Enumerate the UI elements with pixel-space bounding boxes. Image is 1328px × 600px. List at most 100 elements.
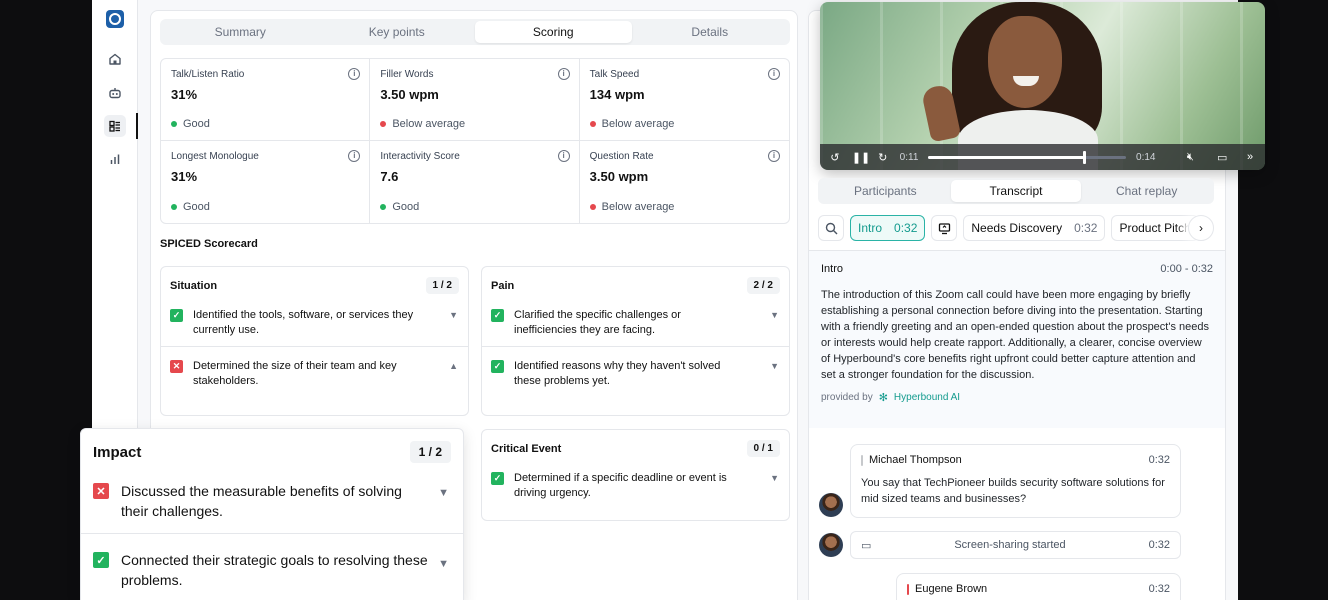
- transcript-tabs: Participants Transcript Chat replay: [818, 178, 1214, 204]
- airplay-icon[interactable]: ▭: [1215, 151, 1229, 164]
- status-text: Good: [392, 201, 420, 213]
- seek-handle[interactable]: [1082, 150, 1086, 164]
- chip-label: Needs Discovery: [971, 221, 1063, 235]
- tab-scoring[interactable]: Scoring: [475, 21, 632, 43]
- status-dot: [589, 121, 596, 127]
- card-title: Impact: [93, 443, 142, 461]
- metric-status: Good: [380, 201, 419, 213]
- checked-icon[interactable]: ✓: [93, 552, 109, 568]
- avatar: [819, 533, 843, 557]
- chevron-down-icon[interactable]: ▼: [770, 473, 779, 483]
- criterion-item[interactable]: ✕ Discussed the measurable benefits of s…: [81, 473, 463, 533]
- chevron-down-icon[interactable]: ▼: [770, 310, 779, 320]
- chevron-up-icon[interactable]: ▲: [449, 361, 458, 371]
- impact-card: Impact 1 / 2 ✕ Discussed the measurable …: [80, 428, 464, 600]
- critical-event-card: Critical Event 0 / 1 ✓ Determined if a s…: [481, 429, 790, 521]
- criterion-item[interactable]: ✓ Identified reasons why they haven't so…: [482, 346, 789, 397]
- tab-summary[interactable]: Summary: [162, 21, 319, 43]
- info-icon[interactable]: i: [767, 68, 780, 80]
- home-icon[interactable]: [104, 48, 126, 70]
- info-icon[interactable]: i: [767, 150, 780, 162]
- x-mark-icon[interactable]: ✕: [170, 360, 183, 373]
- tab-key-points[interactable]: Key points: [319, 21, 476, 43]
- checked-icon[interactable]: ✓: [170, 309, 183, 322]
- criterion-item[interactable]: ✓ Clarified the specific challenges or i…: [482, 302, 789, 346]
- tab-chat-replay[interactable]: Chat replay: [1081, 180, 1212, 202]
- metric-value: 7.6: [380, 169, 399, 184]
- x-mark-icon[interactable]: ✕: [93, 483, 109, 499]
- criterion-text: Connected their strategic goals to resol…: [121, 552, 428, 588]
- metric-value: 31%: [171, 87, 198, 102]
- seek-bar[interactable]: [928, 150, 1127, 164]
- criterion-text: Clarified the specific challenges or ine…: [514, 309, 681, 336]
- message-time: 0:32: [1148, 583, 1170, 595]
- screen-share-event: ▭ Screen-sharing started 0:32: [850, 531, 1181, 559]
- status-dot: [380, 204, 387, 210]
- info-icon[interactable]: i: [557, 68, 570, 80]
- criterion-text: Discussed the measurable benefits of sol…: [121, 483, 402, 519]
- card-title: Critical Event: [491, 442, 562, 455]
- metric-label: Filler Words: [380, 69, 434, 80]
- event-text: Screen-sharing started: [954, 539, 1066, 551]
- metric-value: 134 wpm: [589, 87, 645, 102]
- info-icon[interactable]: i: [557, 150, 570, 162]
- screen-share-icon: [938, 222, 951, 234]
- chevron-right-icon[interactable]: ›: [1188, 215, 1214, 241]
- forward-10-icon[interactable]: ↻: [876, 151, 890, 164]
- checked-icon[interactable]: ✓: [491, 360, 504, 373]
- skip-forward-icon[interactable]: »: [1243, 151, 1257, 163]
- checked-icon[interactable]: ✓: [491, 309, 504, 322]
- chip-intro[interactable]: Intro 0:32: [850, 215, 926, 241]
- bar-chart-icon[interactable]: [104, 148, 126, 170]
- scorecard-title: SPICED Scorecard: [160, 238, 258, 250]
- bot-icon[interactable]: [104, 82, 126, 104]
- seek-fill: [928, 155, 1084, 159]
- status-text: Below average: [392, 118, 466, 130]
- tab-transcript[interactable]: Transcript: [950, 180, 1082, 202]
- pause-icon[interactable]: ❚❚: [852, 151, 870, 164]
- chevron-down-icon[interactable]: ▼: [770, 361, 779, 371]
- score-badge: 1 / 2: [425, 277, 459, 294]
- summary-title: Intro: [821, 263, 844, 275]
- provider-brand[interactable]: Hyperbound AI: [894, 392, 960, 403]
- screen-share-button[interactable]: [931, 215, 958, 241]
- checked-icon[interactable]: ✓: [491, 472, 504, 485]
- card-title: Situation: [170, 279, 218, 292]
- transcript-message[interactable]: Eugene Brown 0:32: [896, 573, 1181, 600]
- criterion-item[interactable]: ✓ Connected their strategic goals to res…: [81, 533, 463, 600]
- chevron-down-icon[interactable]: ▼: [438, 558, 449, 570]
- list-icon[interactable]: [104, 115, 126, 137]
- chip-needs-discovery[interactable]: Needs Discovery 0:32: [963, 215, 1106, 241]
- criterion-text: Identified the tools, software, or servi…: [193, 309, 414, 336]
- card-title: Pain: [491, 279, 515, 292]
- metric-label: Question Rate: [589, 151, 654, 162]
- video-controls: ↺ ❚❚ ↻ 0:11 0:14 🔇︎ ▭ »: [820, 144, 1265, 170]
- criterion-item[interactable]: ✓ Determined if a specific deadline or e…: [482, 465, 789, 509]
- search-icon: [825, 222, 837, 234]
- transcript-message[interactable]: Michael Thompson 0:32 You say that TechP…: [850, 444, 1181, 518]
- metric-status: Good: [171, 118, 210, 130]
- status-dot: [380, 121, 387, 127]
- criterion-item[interactable]: ✕ Determined the size of their team and …: [161, 346, 468, 397]
- metric-status: Below average: [589, 201, 674, 213]
- tab-bar: Summary Key points Scoring Details: [160, 19, 790, 45]
- video-player[interactable]: ↺ ❚❚ ↻ 0:11 0:14 🔇︎ ▭ »: [820, 2, 1265, 170]
- metric-label: Talk Speed: [589, 69, 640, 80]
- tab-details[interactable]: Details: [632, 21, 789, 43]
- chip-product-pitch[interactable]: Product Pitch: [1111, 215, 1199, 241]
- chapter-summary: Intro 0:00 - 0:32 The introduction of th…: [809, 250, 1225, 428]
- rewind-10-icon[interactable]: ↺: [828, 151, 842, 164]
- app-logo[interactable]: [106, 10, 124, 28]
- status-text: Below average: [601, 118, 675, 130]
- chevron-down-icon[interactable]: ▼: [438, 487, 449, 499]
- metric-label: Interactivity Score: [380, 151, 460, 162]
- criterion-item[interactable]: ✓ Identified the tools, software, or ser…: [161, 302, 468, 346]
- chevron-down-icon[interactable]: ▼: [449, 310, 458, 320]
- score-badge: 0 / 1: [746, 440, 780, 457]
- search-button[interactable]: [818, 215, 844, 241]
- mute-icon[interactable]: 🔇︎: [1183, 151, 1197, 164]
- nav-active-indicator: [136, 113, 138, 139]
- summary-range: 0:00 - 0:32: [1160, 263, 1213, 275]
- tab-participants[interactable]: Participants: [820, 180, 951, 202]
- avatar: [819, 493, 843, 517]
